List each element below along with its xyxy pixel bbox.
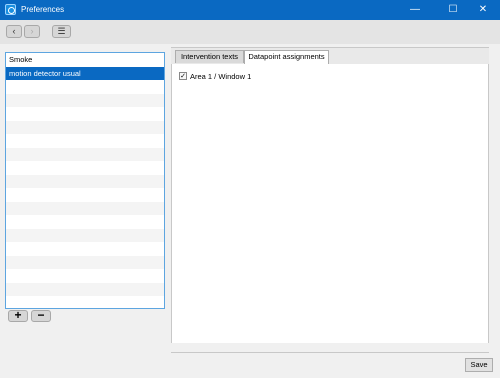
- list-item[interactable]: Smoke: [6, 53, 164, 67]
- empty-row: [6, 80, 164, 94]
- app-icon: [5, 4, 16, 15]
- maximize-button[interactable]: ☐: [436, 0, 470, 20]
- rule-list[interactable]: Smoke motion detector usual: [5, 52, 165, 309]
- tab-datapoint-assignments[interactable]: Datapoint assignments: [244, 50, 329, 64]
- empty-row: [6, 120, 164, 134]
- empty-row: [6, 269, 164, 283]
- empty-row: [6, 134, 164, 148]
- empty-row: [6, 228, 164, 242]
- minimize-button[interactable]: —: [398, 0, 432, 20]
- menu-button[interactable]: ☰: [52, 25, 71, 38]
- remove-button[interactable]: −: [31, 309, 51, 322]
- toolbar: ‹ › ☰: [0, 20, 500, 44]
- tab-intervention-texts[interactable]: Intervention texts: [175, 50, 244, 63]
- list-item-selected[interactable]: motion detector usual: [6, 66, 164, 80]
- panel-bottom-strip: [171, 343, 489, 352]
- datapoint-checkbox[interactable]: ✓: [179, 72, 187, 80]
- empty-row: [6, 147, 164, 161]
- empty-row: [6, 107, 164, 121]
- save-button[interactable]: Save: [465, 358, 493, 372]
- empty-row: [6, 188, 164, 202]
- empty-row: [6, 282, 164, 296]
- empty-row: [6, 242, 164, 256]
- empty-row: [6, 161, 164, 175]
- tab-panel: [171, 47, 489, 353]
- add-button[interactable]: +: [8, 309, 28, 322]
- empty-row: [6, 93, 164, 107]
- tab-strip: Intervention texts Datapoint assignments: [171, 48, 489, 64]
- close-button[interactable]: ✕: [466, 0, 500, 20]
- empty-row: [6, 255, 164, 269]
- datapoint-label: Area 1 / Window 1: [190, 72, 252, 81]
- empty-row: [6, 215, 164, 229]
- window-title: Preferences: [21, 5, 65, 14]
- title-bar: Preferences — ☐ ✕: [0, 0, 500, 20]
- forward-button[interactable]: ›: [24, 25, 40, 38]
- empty-row: [6, 201, 164, 215]
- back-button[interactable]: ‹: [6, 25, 22, 38]
- empty-row: [6, 174, 164, 188]
- empty-row: [6, 296, 164, 308]
